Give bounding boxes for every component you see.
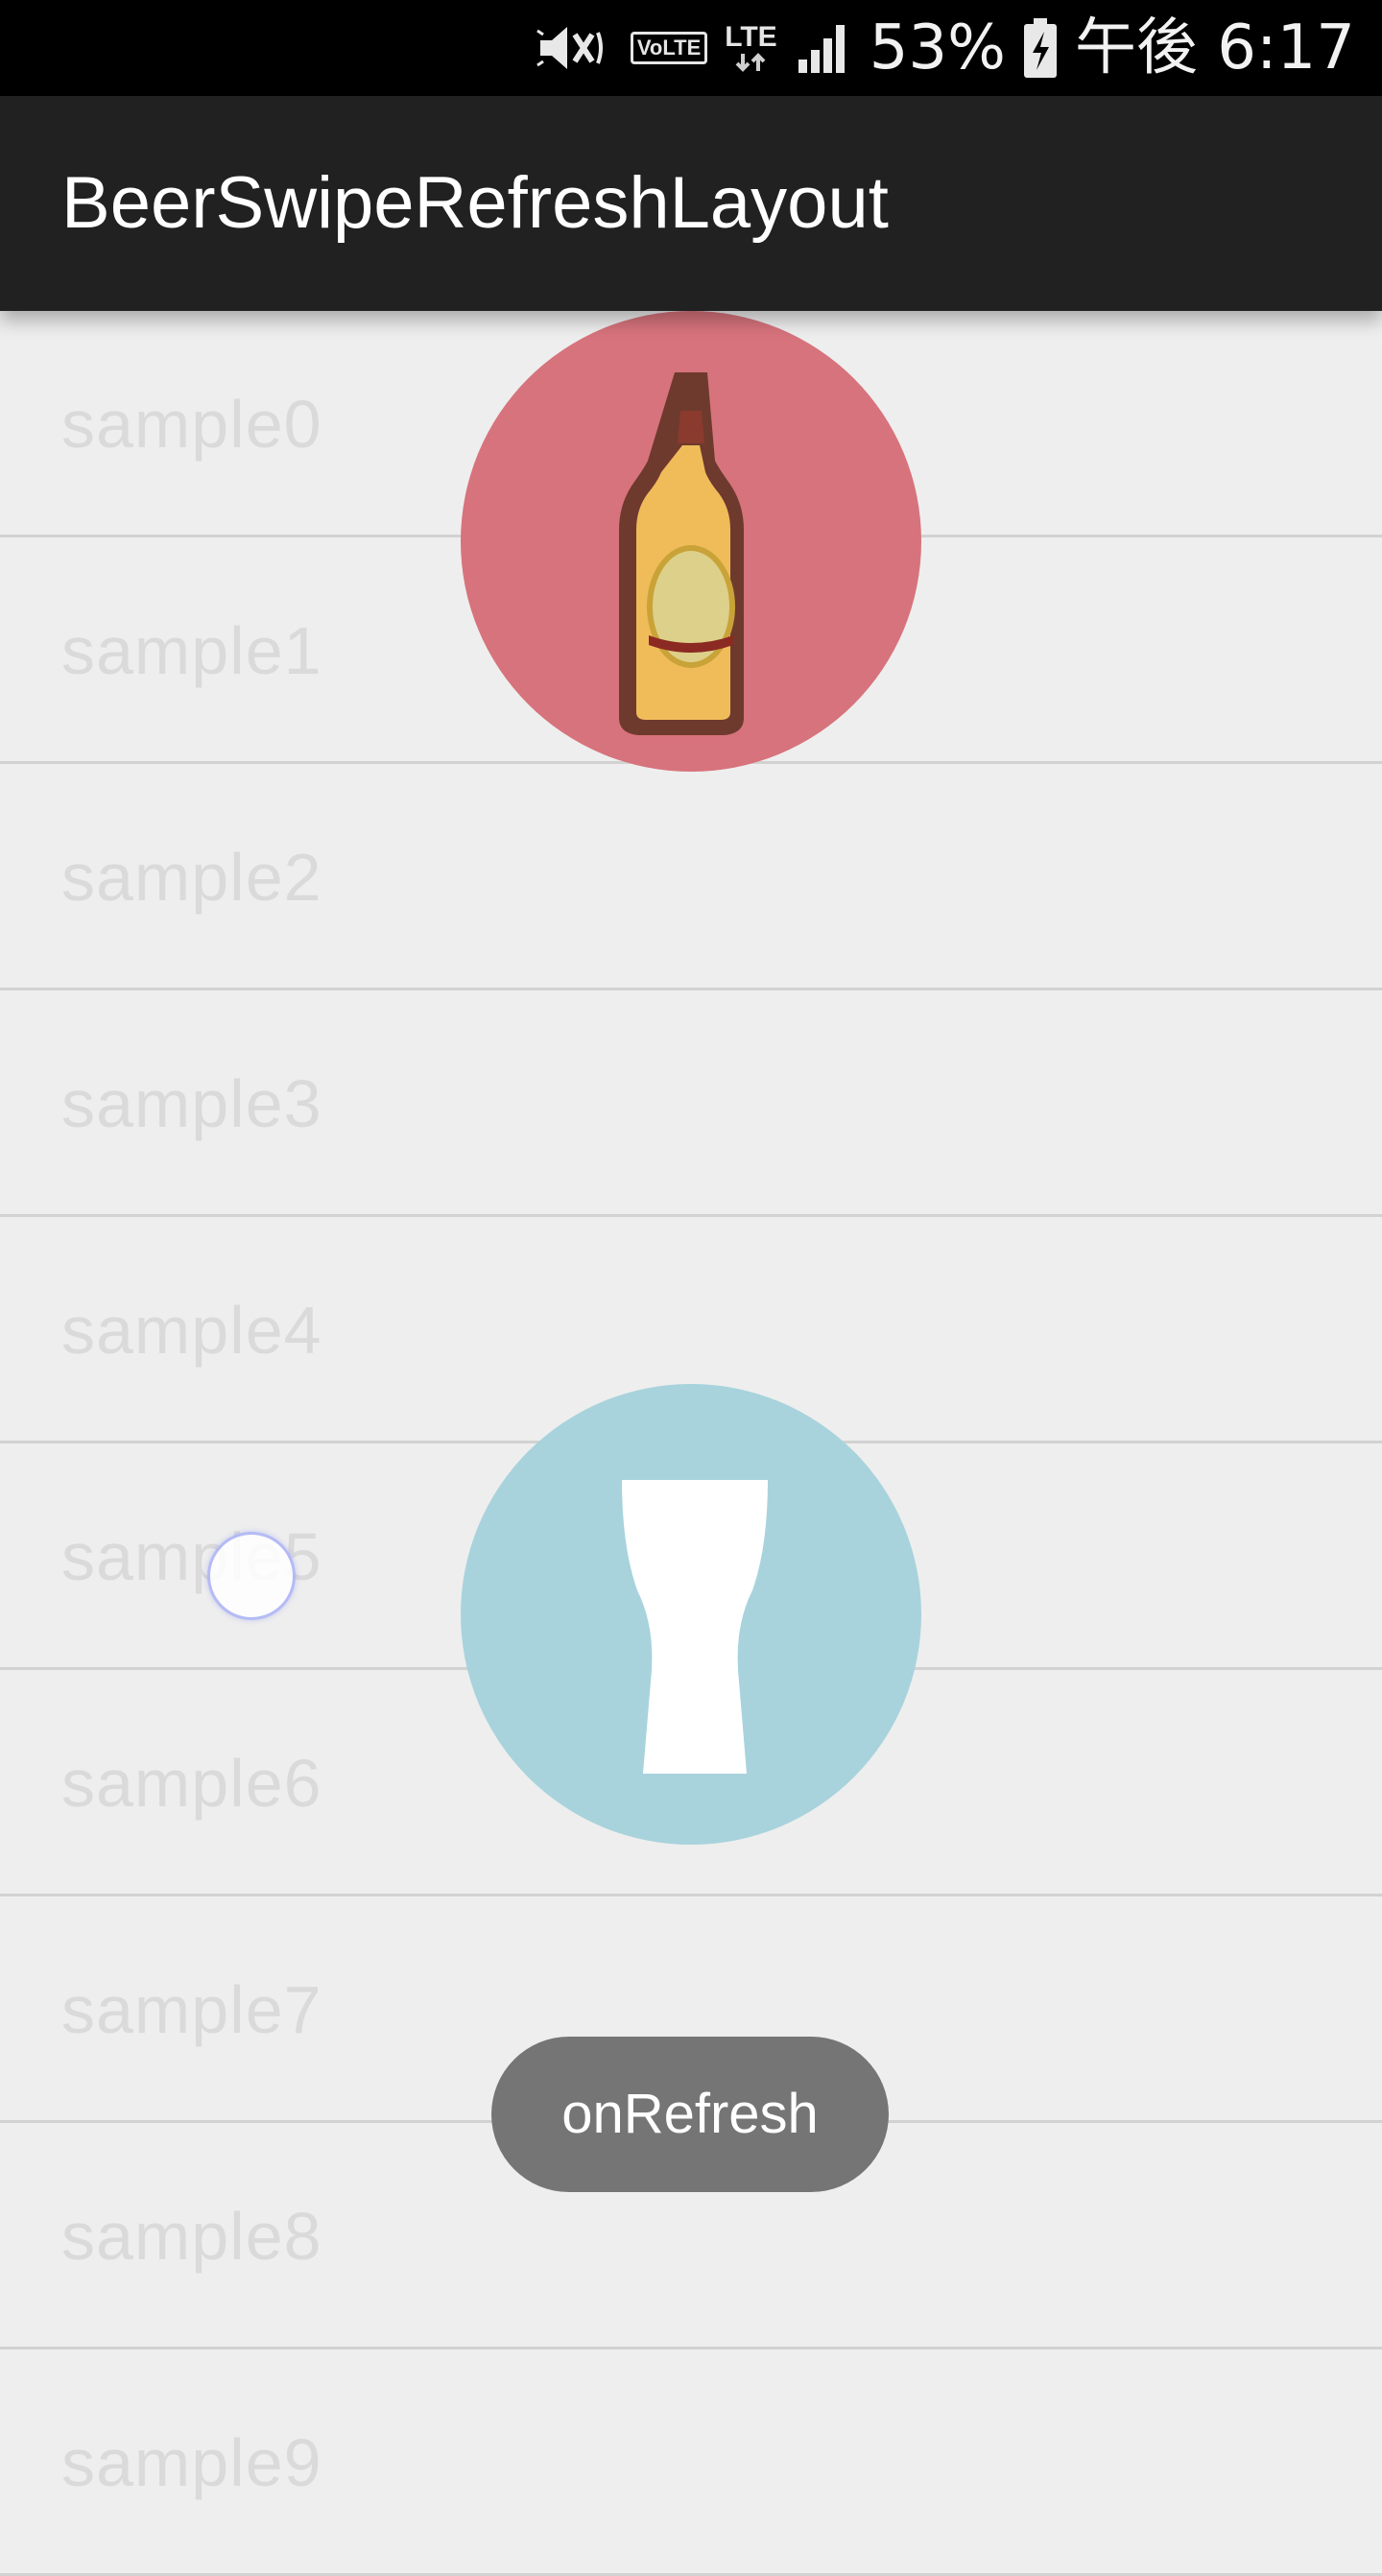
status-icons: VoLTE LTE 53% 午後 6:17 [536, 0, 1355, 96]
app-bar: BeerSwipeRefreshLayout [0, 96, 1382, 311]
list-item-label: sample8 [61, 2199, 322, 2274]
mute-icon [536, 21, 613, 75]
volte-icon: VoLTE [630, 21, 708, 75]
toast-message: onRefresh [491, 2037, 889, 2192]
lte-label: LTE [725, 21, 777, 53]
refresh-bottle-indicator [461, 311, 921, 772]
list-item[interactable]: sample3 [0, 990, 1382, 1217]
list-item-label: sample9 [61, 2425, 322, 2500]
battery-charging-icon [1023, 18, 1058, 78]
status-bar: VoLTE LTE 53% 午後 6:17 [0, 0, 1382, 96]
list-item[interactable]: sample9 [0, 2349, 1382, 2576]
list-item-label: sample2 [61, 840, 322, 915]
list-item-label: sample3 [61, 1066, 322, 1141]
battery-percent: 53% [869, 12, 1006, 83]
list-item-label: sample6 [61, 1746, 322, 1821]
app-title: BeerSwipeRefreshLayout [61, 162, 889, 244]
lte-icon: LTE [725, 21, 777, 75]
beer-glass-icon [614, 1480, 768, 1774]
clock: 午後 6:17 [1074, 12, 1355, 83]
list-item[interactable]: sample2 [0, 764, 1382, 990]
list-item-label: sample0 [61, 387, 322, 462]
list-item-label: sample7 [61, 1972, 322, 2047]
list-item-label: sample4 [61, 1293, 322, 1368]
list-item-label: sample1 [61, 613, 322, 688]
refresh-glass-indicator [461, 1384, 921, 1845]
beer-bottle-icon [619, 372, 744, 735]
signal-icon [795, 21, 852, 75]
touch-indicator [207, 1532, 296, 1620]
